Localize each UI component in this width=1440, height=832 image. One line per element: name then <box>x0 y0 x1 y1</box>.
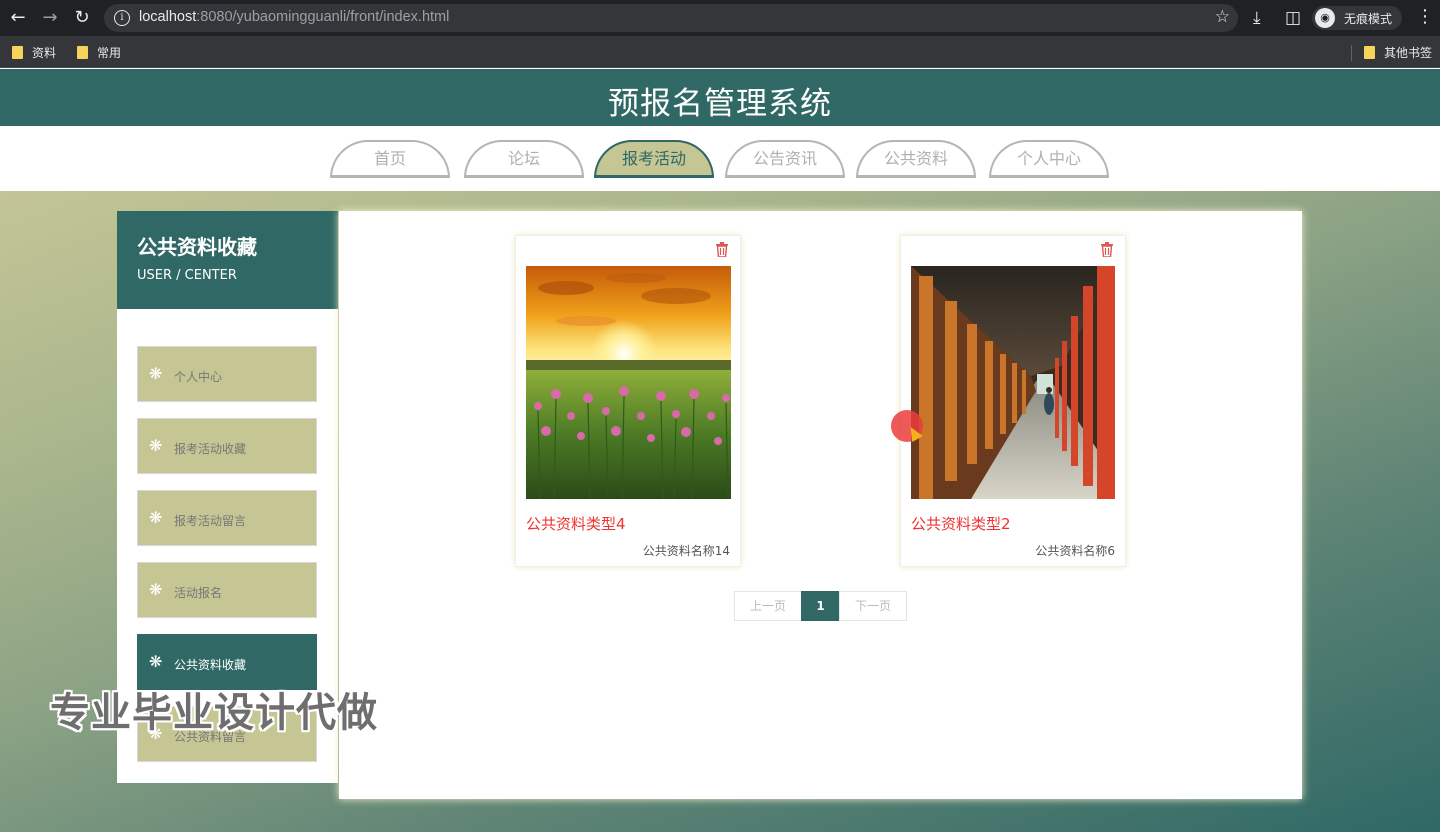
card-category[interactable]: 公共资料类型4 <box>526 513 626 534</box>
sidebar-title: 公共资料收藏 <box>137 235 257 259</box>
bookmark-folder-other[interactable]: 其他书签 <box>1364 44 1432 61</box>
incognito-label: 无痕模式 <box>1344 12 1393 26</box>
card-category[interactable]: 公共资料类型2 <box>911 513 1011 534</box>
snowflake-icon: ❋ <box>149 652 163 671</box>
incognito-badge[interactable]: ◉ 无痕模式 <box>1312 6 1402 30</box>
bookmark-label: 资料 <box>32 46 57 60</box>
site-title: 预报名管理系统 <box>608 86 832 122</box>
main-panel: 公共资料类型4 公共资料名称14 公共资料类型2 公共资料名称6 上一页 1 下… <box>339 211 1302 799</box>
nav-tab-public-materials[interactable]: 公共资料 <box>856 140 976 178</box>
pagination-prev-button[interactable]: 上一页 <box>734 591 802 621</box>
snowflake-icon: ❋ <box>149 364 163 383</box>
nav-tab-user-center[interactable]: 个人中心 <box>989 140 1109 178</box>
nav-tab-news[interactable]: 公告资讯 <box>725 140 845 178</box>
pagination-next-button[interactable]: 下一页 <box>839 591 907 621</box>
snowflake-icon: ❋ <box>149 436 163 455</box>
sidebar-subtitle: USER / CENTER <box>137 268 237 283</box>
sunset-flower-field-image[interactable] <box>526 266 731 499</box>
back-icon[interactable]: ← <box>6 6 30 30</box>
site-header: 预报名管理系统 <box>0 69 1440 126</box>
bookmark-folder-changyong[interactable]: 常用 <box>77 44 121 61</box>
snowflake-icon: ❋ <box>149 580 163 599</box>
collection-card[interactable]: 公共资料类型4 公共资料名称14 <box>515 235 741 567</box>
folder-icon <box>1364 46 1375 59</box>
bookmark-folder-ziliao[interactable]: 资料 <box>12 44 56 61</box>
collection-card[interactable]: 公共资料类型2 公共资料名称6 <box>900 235 1126 567</box>
bookmark-separator <box>1351 45 1352 61</box>
nav-tab-forum[interactable]: 论坛 <box>464 140 584 178</box>
browser-toolbar: ← → ↻ i localhost:8080/yubaomingguanli/f… <box>0 0 1440 36</box>
sidebar-item-label: 公共资料收藏 <box>174 658 247 672</box>
address-bar[interactable]: i localhost:8080/yubaomingguanli/front/i… <box>104 4 1238 32</box>
sidebar-item-label: 报考活动收藏 <box>174 442 247 456</box>
bookmark-label: 其他书签 <box>1384 46 1433 60</box>
folder-icon <box>12 46 23 59</box>
bookmarks-bar: 资料 常用 其他书签 <box>0 36 1440 68</box>
sidebar-header: 公共资料收藏 USER / CENTER <box>117 211 338 309</box>
url-host: localhost <box>139 9 197 25</box>
sidebar-item-activity-messages[interactable]: ❋ 报考活动留言 <box>137 490 317 546</box>
download-icon[interactable]: ⤓ <box>1253 6 1261 30</box>
reload-icon[interactable]: ↻ <box>70 6 94 30</box>
sidebar-item-label: 报考活动留言 <box>174 514 247 528</box>
site-info-icon[interactable]: i <box>114 10 130 26</box>
main-nav: 首页 论坛 报考活动 公告资讯 公共资料 个人中心 <box>0 126 1440 191</box>
sidebar-item-activity-signup[interactable]: ❋ 活动报名 <box>137 562 317 618</box>
url-path: :8080/yubaomingguanli/front/index.html <box>196 9 450 25</box>
card-name: 公共资料名称6 <box>1035 544 1115 558</box>
sidebar-item-label: 个人中心 <box>174 370 223 384</box>
bookmark-label: 常用 <box>97 46 122 60</box>
red-pillar-corridor-image[interactable] <box>911 266 1116 499</box>
pagination-page-1[interactable]: 1 <box>801 591 840 621</box>
menu-kebab-icon[interactable]: ⋮ <box>1416 6 1434 27</box>
trash-icon[interactable] <box>715 242 729 261</box>
side-panel-icon[interactable]: ◫ <box>1285 6 1301 30</box>
nav-tab-exam-activity[interactable]: 报考活动 <box>594 140 714 178</box>
nav-tab-home[interactable]: 首页 <box>330 140 450 178</box>
bookmark-star-icon[interactable]: ☆ <box>1215 7 1230 27</box>
sidebar-item-label: 活动报名 <box>174 586 223 600</box>
sidebar-item-user-center[interactable]: ❋ 个人中心 <box>137 346 317 402</box>
snowflake-icon: ❋ <box>149 508 163 527</box>
watermark-text: 专业毕业设计代做 <box>50 690 378 736</box>
incognito-icon: ◉ <box>1315 8 1335 28</box>
folder-icon <box>77 46 88 59</box>
sidebar-item-activity-favorites[interactable]: ❋ 报考活动收藏 <box>137 418 317 474</box>
url-text[interactable]: localhost:8080/yubaomingguanli/front/ind… <box>139 9 449 25</box>
trash-icon[interactable] <box>1100 242 1114 261</box>
card-name: 公共资料名称14 <box>642 544 730 558</box>
forward-icon[interactable]: → <box>38 6 62 30</box>
